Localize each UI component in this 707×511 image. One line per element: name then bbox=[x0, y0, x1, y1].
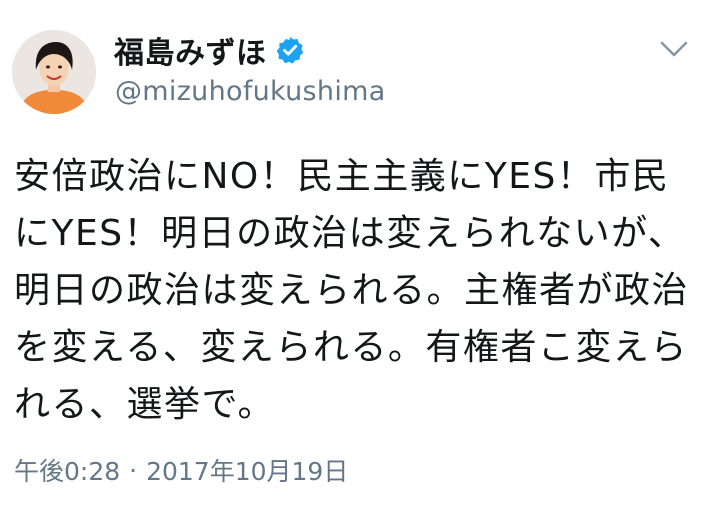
tweet-text: 安倍政治にNO！民主主義にYES！市民 にYES！明日の政治は変えられないが、 … bbox=[14, 156, 690, 425]
meta-separator: · bbox=[129, 455, 138, 485]
name-row: 福島みずほ bbox=[114, 28, 305, 72]
tweet-card: 福島みずほ @mizuhofukushima 安倍政治にNO！民主主義にYES！… bbox=[0, 0, 707, 511]
verified-badge-icon bbox=[276, 36, 303, 64]
tweet-date: 2017年10月19日 bbox=[146, 457, 349, 486]
user-handle[interactable]: @mizuhofukushima bbox=[115, 76, 386, 107]
tweet-timestamp[interactable]: 午後0:28 · 2017年10月19日 bbox=[14, 452, 348, 488]
chevron-down-icon[interactable] bbox=[656, 34, 692, 64]
display-name[interactable]: 福島みずほ bbox=[114, 28, 267, 72]
tweet-time: 午後0:28 bbox=[14, 457, 121, 486]
avatar[interactable] bbox=[12, 30, 96, 114]
profile-photo-icon bbox=[12, 30, 96, 114]
